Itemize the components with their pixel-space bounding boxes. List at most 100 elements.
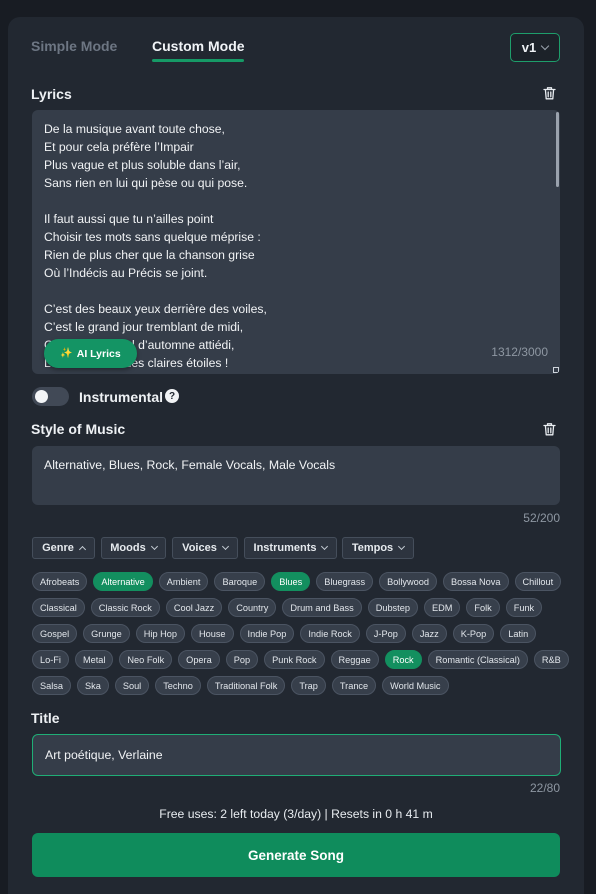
genre-tag[interactable]: Gospel [32, 624, 78, 643]
genre-tag[interactable]: Reggae [330, 650, 379, 669]
instrumental-toggle[interactable] [32, 387, 69, 406]
style-clear-trash-icon[interactable] [543, 422, 556, 436]
lyrics-line: Rien de plus cher que la chanson grise [44, 248, 255, 262]
genre-tag[interactable]: Techno [155, 676, 201, 695]
genre-tag[interactable]: Cool Jazz [165, 598, 223, 617]
filter-label: Instruments [253, 542, 317, 554]
genre-tag[interactable]: Trap [291, 676, 326, 695]
genre-tag[interactable]: Indie Rock [300, 624, 360, 643]
chevron-down-icon [540, 41, 550, 51]
filter-label: Tempos [351, 542, 394, 554]
lyrics-line: C’est le grand jour tremblant de midi, [44, 320, 244, 334]
genre-tag[interactable]: Trance [331, 676, 377, 695]
free-uses-status: Free uses: 2 left today (3/day) | Resets… [159, 807, 433, 821]
genre-tag[interactable]: Classical [32, 598, 85, 617]
lyrics-textarea[interactable]: De la musique avant toute chose, Et pour … [32, 110, 560, 374]
genre-tag[interactable]: Rock [384, 650, 422, 669]
genre-tag[interactable]: Soul [114, 676, 150, 695]
ai-lyrics-label: AI Lyrics [76, 347, 121, 360]
genre-tag[interactable]: Country [228, 598, 277, 617]
lyrics-line: C’est des beaux yeux derrière des voiles… [44, 302, 267, 316]
genre-tag[interactable]: Latin [500, 624, 537, 643]
genre-tag[interactable]: Alternative [93, 572, 153, 591]
genre-tag[interactable]: Bossa Nova [442, 572, 509, 591]
genre-tag[interactable]: Folk [466, 598, 500, 617]
lyrics-line: Plus vague et plus soluble dans l’air, [44, 158, 241, 172]
generate-song-button[interactable]: Generate Song [32, 833, 560, 877]
song-creator-panel: Simple Mode Custom Mode v1 Lyrics De la … [8, 17, 584, 894]
filter-genre[interactable]: Genre [32, 537, 95, 559]
genre-tag[interactable]: Bollywood [379, 572, 437, 591]
lyrics-line: Sans rien en lui qui pèse ou qui pose. [44, 176, 248, 190]
genre-tag[interactable]: Punk Rock [264, 650, 325, 669]
lyrics-line: Il faut aussi que tu n’ailles point [44, 212, 214, 226]
genre-tag[interactable]: Opera [178, 650, 220, 669]
genre-tag[interactable]: Grunge [83, 624, 130, 643]
generate-label: Generate Song [247, 847, 345, 863]
genre-tag[interactable]: Baroque [214, 572, 266, 591]
lyrics-char-count: 1312/3000 [491, 345, 548, 359]
genre-tag[interactable]: Traditional Folk [206, 676, 286, 695]
genre-tag[interactable]: Pop [225, 650, 259, 669]
version-select[interactable]: v1 [510, 33, 560, 62]
genre-tag[interactable]: Dubstep [367, 598, 418, 617]
genre-tag[interactable]: Hip Hop [135, 624, 185, 643]
chevron-down-icon [150, 542, 158, 551]
title-char-count: 22/80 [529, 781, 560, 795]
genre-tag[interactable]: Ska [76, 676, 109, 695]
active-tab-indicator [152, 59, 244, 62]
genre-tag[interactable]: Classic Rock [90, 598, 160, 617]
title-input[interactable]: Art poétique, Verlaine [32, 734, 561, 776]
chevron-down-icon [398, 542, 406, 551]
style-textarea[interactable]: Alternative, Blues, Rock, Female Vocals,… [32, 446, 560, 505]
help-icon[interactable]: ? [165, 389, 179, 403]
genre-tag[interactable]: Jazz [411, 624, 447, 643]
filter-tempos[interactable]: Tempos [342, 537, 414, 559]
lyrics-scrollbar-thumb[interactable] [556, 112, 559, 187]
lyrics-line: De la musique avant toute chose, [44, 122, 225, 136]
genre-tag[interactable]: Indie Pop [239, 624, 295, 643]
instrumental-label: Instrumental [79, 389, 164, 405]
title-label: Title [31, 710, 60, 726]
genre-tag[interactable]: Funk [505, 598, 543, 617]
version-value: v1 [521, 40, 537, 55]
tab-simple-mode[interactable]: Simple Mode [31, 38, 117, 54]
lyrics-clear-trash-icon[interactable] [543, 86, 556, 100]
genre-tag[interactable]: Romantic (Classical) [427, 650, 528, 669]
chevron-down-icon [221, 542, 229, 551]
ai-lyrics-button[interactable]: ✨ AI Lyrics [44, 339, 137, 368]
genre-tag[interactable]: Neo Folk [119, 650, 173, 669]
genre-tag[interactable]: Lo-Fi [32, 650, 69, 669]
chevron-up-icon [78, 545, 86, 554]
lyrics-line: Où l’Indécis au Précis se joint. [44, 266, 208, 280]
genre-tag[interactable]: R&B [533, 650, 569, 669]
toggle-knob [35, 390, 48, 403]
tab-custom-mode[interactable]: Custom Mode [152, 38, 245, 54]
filter-instruments[interactable]: Instruments [244, 537, 337, 559]
genre-tag[interactable]: K-Pop [452, 624, 495, 643]
filter-moods[interactable]: Moods [101, 537, 166, 559]
genre-tag[interactable]: World Music [382, 676, 449, 695]
filter-label: Voices [182, 542, 217, 554]
genre-tag[interactable]: Blues [271, 572, 311, 591]
style-value: Alternative, Blues, Rock, Female Vocals,… [44, 458, 336, 472]
resize-handle-icon[interactable] [553, 367, 559, 373]
genre-tag[interactable]: J-Pop [365, 624, 406, 643]
genre-tag[interactable]: Bluegrass [316, 572, 374, 591]
lyrics-label: Lyrics [31, 86, 72, 102]
filter-label: Moods [110, 542, 146, 554]
filter-voices[interactable]: Voices [172, 537, 238, 559]
sparkles-icon: ✨ [60, 348, 73, 359]
lyrics-stanza: De la musique avant toute chose, Et pour … [44, 120, 524, 192]
filter-label: Genre [42, 542, 74, 554]
genre-tag[interactable]: Ambient [158, 572, 209, 591]
genre-tag[interactable]: EDM [423, 598, 461, 617]
genre-tag[interactable]: Salsa [32, 676, 71, 695]
lyrics-line: Et pour cela préfère l’Impair [44, 140, 194, 154]
genre-tag[interactable]: Afrobeats [32, 572, 88, 591]
lyrics-line: Choisir tes mots sans quelque méprise : [44, 230, 261, 244]
genre-tag[interactable]: House [190, 624, 234, 643]
genre-tag[interactable]: Metal [74, 650, 114, 669]
genre-tag[interactable]: Drum and Bass [282, 598, 362, 617]
genre-tag[interactable]: Chillout [514, 572, 562, 591]
